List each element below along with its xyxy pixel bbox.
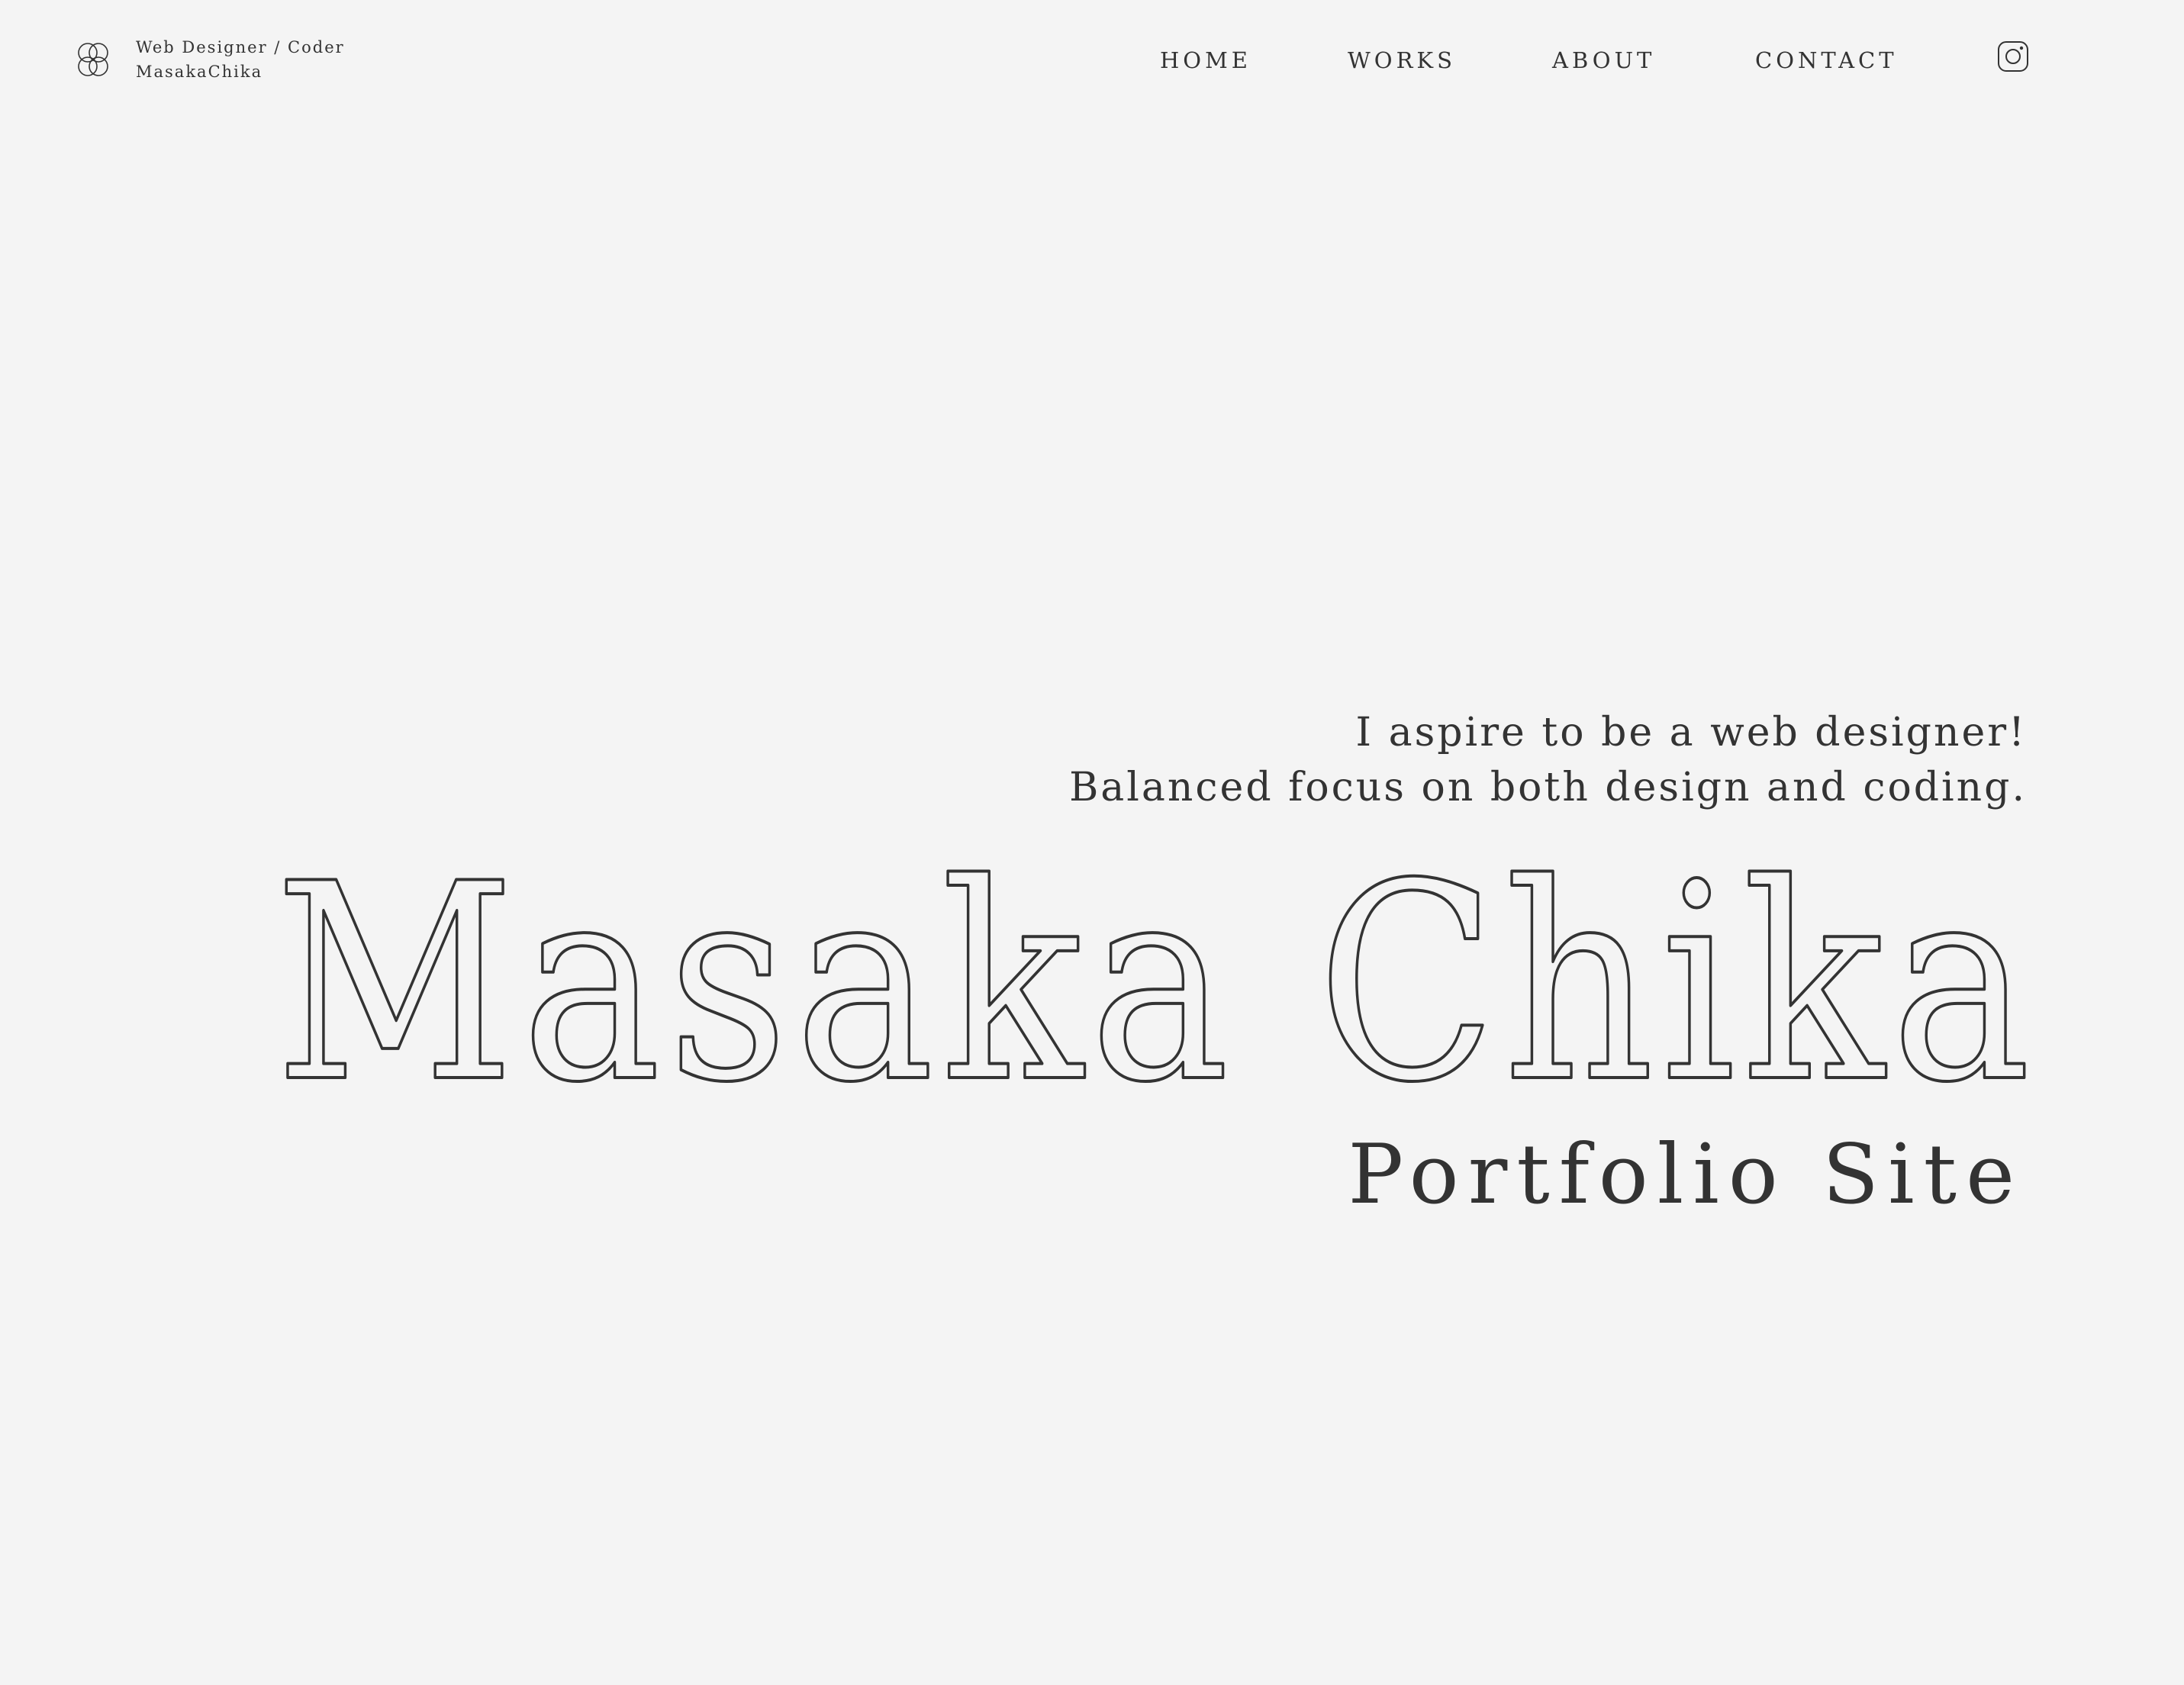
nav-contact-link[interactable]: CONTACT <box>1755 43 1898 78</box>
nav-works-link[interactable]: WORKS <box>1348 43 1456 78</box>
instagram-icon[interactable] <box>1996 40 2030 73</box>
tagline-line-1: I aspire to be a web designer! <box>1355 710 2027 756</box>
hero-subtitle: Portfolio Site <box>1348 1127 2024 1223</box>
nav-home-link[interactable]: HOME <box>1160 43 1251 78</box>
main-nav: HOME WORKS ABOUT CONTACT <box>0 43 2184 78</box>
hero-name-text: Masaka Chika <box>275 855 2037 1099</box>
nav-about-link[interactable]: ABOUT <box>1552 43 1655 78</box>
tagline-line-2: Balanced focus on both design and coding… <box>1069 765 2027 810</box>
hero-tagline: I aspire to be a web designer! Balanced … <box>1069 705 2027 815</box>
hero-name-outline: Masaka Chika <box>273 855 2037 1099</box>
